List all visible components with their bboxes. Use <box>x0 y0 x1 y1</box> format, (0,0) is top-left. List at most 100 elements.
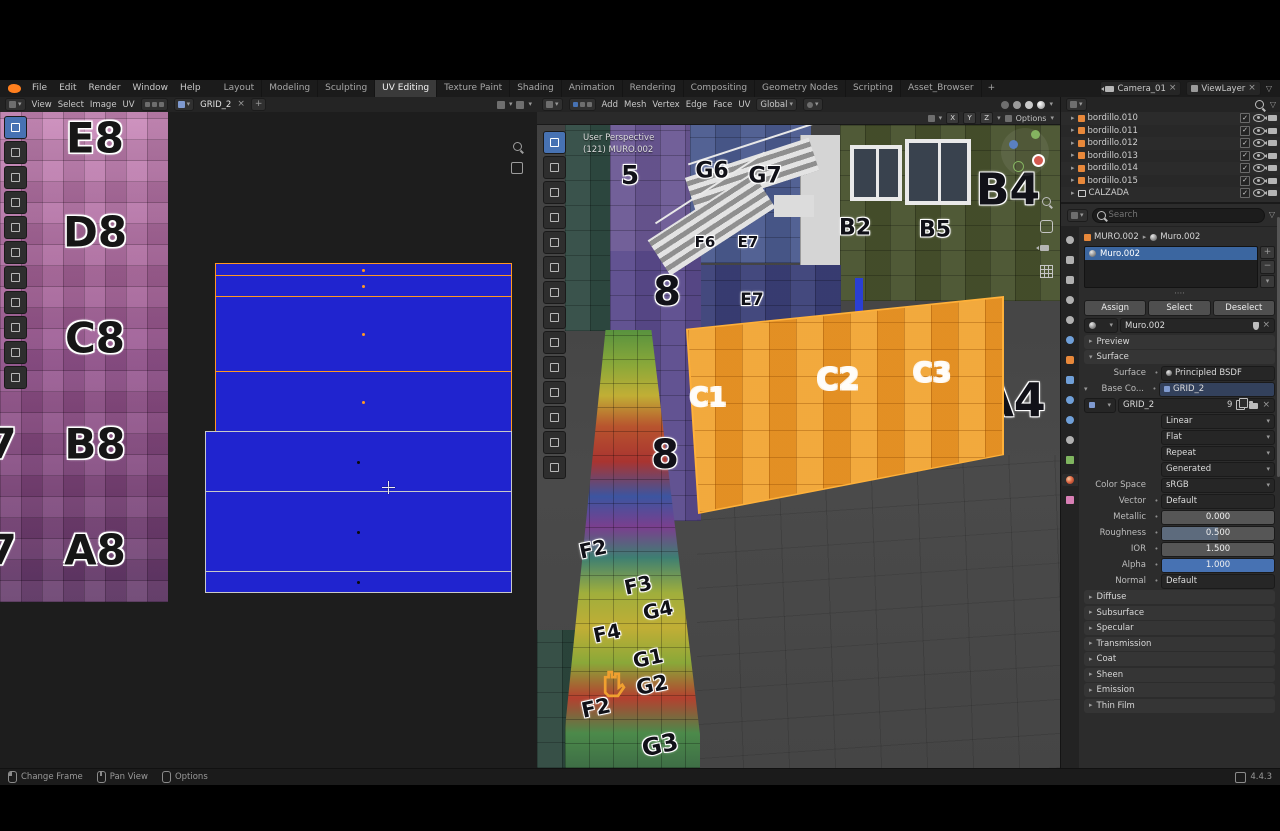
surface-shader-dropdown[interactable]: Principled BSDF <box>1161 366 1275 381</box>
menu-edit[interactable]: Edit <box>53 80 82 97</box>
topbar-filter-icon[interactable] <box>1266 85 1272 93</box>
vp-menu-uv[interactable]: UV <box>738 100 750 110</box>
tab-scripting[interactable]: Scripting <box>846 80 901 97</box>
mirror-z-toggle[interactable]: Z <box>980 112 993 124</box>
outliner-item-label[interactable]: bordillo.014 <box>1088 163 1237 173</box>
uv-island[interactable] <box>215 296 512 373</box>
exclude-checkbox[interactable] <box>1240 126 1250 136</box>
transform-tool[interactable] <box>543 281 566 304</box>
blender-logo-icon[interactable] <box>8 84 21 93</box>
props-tab-object-data[interactable] <box>1062 454 1078 466</box>
outliner-row[interactable]: bordillo.015 <box>1061 175 1280 188</box>
viewport-ortho-grid-icon[interactable] <box>1040 265 1053 278</box>
editor-type-button[interactable] <box>1066 98 1087 111</box>
props-tab-constraints[interactable] <box>1062 434 1078 446</box>
viewport-camera-icon[interactable] <box>1040 245 1049 251</box>
vp-menu-face[interactable]: Face <box>713 100 732 110</box>
menu-help[interactable]: Help <box>174 80 207 97</box>
add-workspace-button[interactable]: + <box>982 80 1002 97</box>
collapse-icon[interactable] <box>1084 386 1092 393</box>
props-tab-texture[interactable] <box>1062 494 1078 506</box>
properties-filter-icon[interactable] <box>1269 211 1275 219</box>
shading-material-icon[interactable] <box>1037 101 1045 109</box>
uv-island[interactable] <box>205 431 512 493</box>
viewport-zoom-icon[interactable] <box>1042 197 1051 206</box>
outliner-row[interactable]: bordillo.010 <box>1061 112 1280 125</box>
props-tab-physics[interactable] <box>1062 414 1078 426</box>
breadcrumb-object[interactable]: MURO.002 <box>1094 232 1139 242</box>
outliner-item-label[interactable]: CALZADA <box>1089 188 1237 198</box>
metallic-slider[interactable]: 0.000 <box>1161 510 1275 525</box>
expand-icon[interactable] <box>1071 127 1075 134</box>
extension-dropdown[interactable]: Repeat <box>1161 446 1275 461</box>
uv-menu-uv[interactable]: UV <box>123 100 135 110</box>
uv-island[interactable] <box>205 491 512 573</box>
search-input[interactable] <box>1092 208 1265 223</box>
uv-menu-image[interactable]: Image <box>90 100 117 110</box>
menu-file[interactable]: File <box>26 80 53 97</box>
duplicate-image-icon[interactable] <box>1236 400 1245 410</box>
tab-asset-browser[interactable]: Asset_Browser <box>901 80 982 97</box>
shading-wireframe-icon[interactable] <box>1013 101 1021 109</box>
keyframe-dot[interactable] <box>1152 544 1161 554</box>
panel-drag-dots[interactable]: ···· <box>1084 290 1275 298</box>
ior-slider[interactable]: 1.500 <box>1161 542 1275 557</box>
interpolation-dropdown[interactable]: Linear <box>1161 414 1275 429</box>
props-tab-output[interactable] <box>1062 274 1078 286</box>
unlink-material-icon[interactable] <box>1262 321 1270 330</box>
browse-material-button[interactable] <box>1084 318 1118 333</box>
outliner-row[interactable]: bordillo.012 <box>1061 137 1280 150</box>
uv-display-icon[interactable] <box>516 101 524 109</box>
image-unlink-icon[interactable] <box>237 100 245 109</box>
section-thin-film[interactable]: Thin Film <box>1084 699 1275 713</box>
slot-specials-button[interactable] <box>1260 275 1275 288</box>
base-color-texture-dropdown[interactable]: GRID_2 <box>1159 382 1275 397</box>
transform-orientation-dropdown[interactable]: Global <box>756 98 797 111</box>
exclude-checkbox[interactable] <box>1240 113 1250 123</box>
options-dropdown[interactable]: Options <box>1016 114 1047 123</box>
roughness-slider[interactable]: 0.500 <box>1161 526 1275 541</box>
tab-sculpting[interactable]: Sculpting <box>318 80 375 97</box>
remove-slot-button[interactable] <box>1260 260 1275 273</box>
source-dropdown[interactable]: Generated <box>1161 462 1275 477</box>
mirror-dropdown-icon[interactable] <box>939 115 943 122</box>
material-slot-active[interactable]: Muro.002 <box>1085 247 1257 260</box>
uv-island[interactable] <box>215 275 512 298</box>
browse-image-button[interactable] <box>1084 398 1116 413</box>
props-tab-particles[interactable] <box>1062 394 1078 406</box>
tab-uv-editing[interactable]: UV Editing <box>375 80 437 97</box>
deselect-button[interactable]: Deselect <box>1213 300 1275 316</box>
section-transmission[interactable]: Transmission <box>1084 637 1275 651</box>
material-name-field[interactable]: Muro.002 <box>1120 318 1275 333</box>
options-dropdown-icon[interactable] <box>1050 115 1054 122</box>
move-tool[interactable] <box>543 206 566 229</box>
image-name-field[interactable]: GRID_2 9 <box>1118 398 1275 413</box>
slot-rows[interactable]: Muro.002 <box>1084 246 1258 288</box>
transform-tool[interactable] <box>4 316 27 339</box>
viewport-canvas[interactable]: 5 G6 G7 B2 B5 B4 F6 E7 E7 8 8 A4 C1 C2 C… <box>537 125 1060 768</box>
outliner-row[interactable]: CALZADA <box>1061 187 1280 200</box>
breadcrumb-material[interactable]: Muro.002 <box>1160 232 1200 242</box>
outliner-filter-icon[interactable] <box>1270 101 1276 109</box>
scene-unlink-icon[interactable] <box>1169 84 1177 93</box>
section-subsurface[interactable]: Subsurface <box>1084 606 1275 620</box>
uv-overlay-dropdown-icon[interactable] <box>509 101 513 108</box>
props-tab-material[interactable] <box>1062 474 1078 486</box>
uv-overlay-icon[interactable] <box>497 101 505 109</box>
uv-menu-view[interactable]: View <box>32 100 52 110</box>
fake-user-icon[interactable] <box>1253 322 1259 330</box>
disable-render-icon[interactable] <box>1268 115 1277 121</box>
editor-type-button[interactable] <box>1067 209 1088 222</box>
outliner-item-label[interactable]: bordillo.011 <box>1088 126 1237 136</box>
tab-geometry-nodes[interactable]: Geometry Nodes <box>755 80 846 97</box>
section-coat[interactable]: Coat <box>1084 652 1275 666</box>
tab-shading[interactable]: Shading <box>510 80 562 97</box>
extrude-tool[interactable] <box>543 356 566 379</box>
disable-render-icon[interactable] <box>1268 128 1277 134</box>
select-circle-tool[interactable] <box>4 166 27 189</box>
select-button[interactable]: Select <box>1148 300 1210 316</box>
uv-canvas[interactable]: E8 D8 C8 B7 B8 A7 A8 <box>0 112 537 768</box>
gizmo-z-axis[interactable] <box>1009 140 1018 149</box>
cursor-tool[interactable] <box>543 181 566 204</box>
overlays-icon[interactable] <box>1005 115 1012 122</box>
